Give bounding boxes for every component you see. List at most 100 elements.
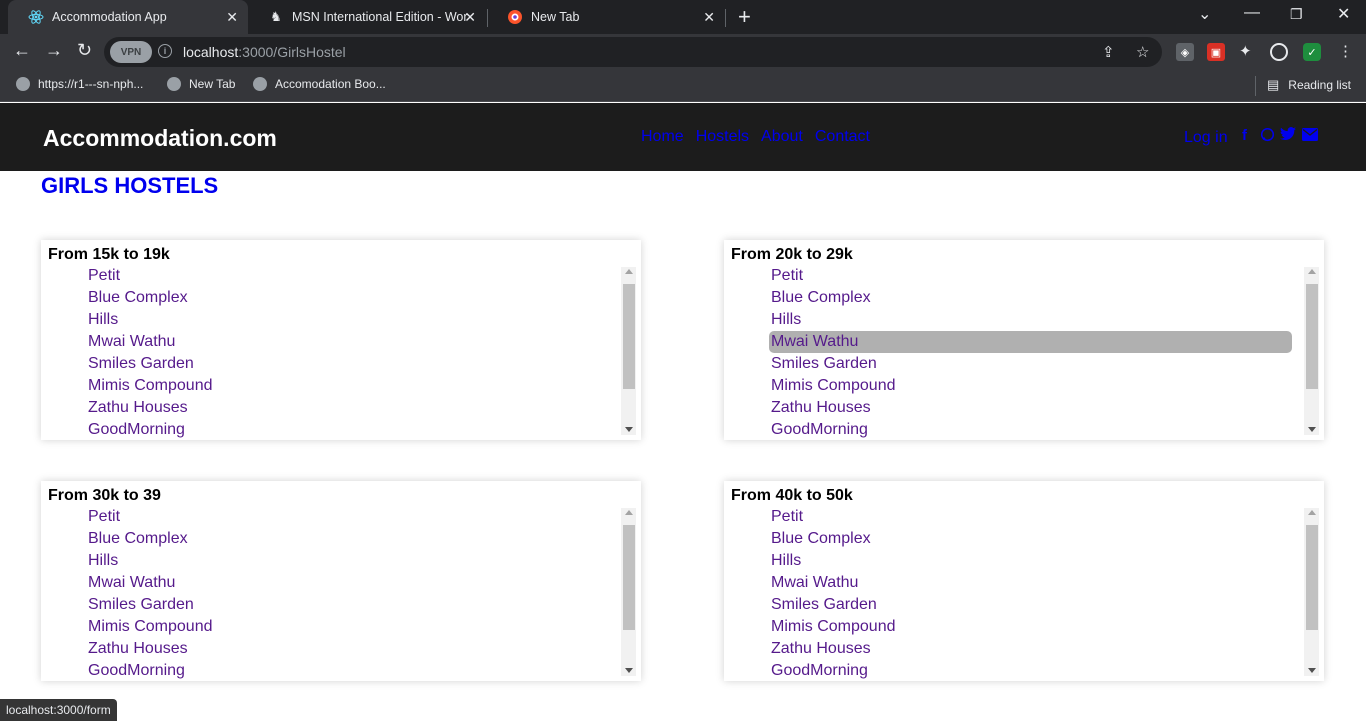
page-title: GIRLS HOSTELS xyxy=(41,173,219,198)
nav-contact[interactable]: Contact xyxy=(815,128,870,146)
adblock-extension-icon[interactable]: ◈ xyxy=(1176,43,1194,61)
new-tab-plus-icon[interactable]: + xyxy=(738,4,751,30)
bookmark-item[interactable]: New Tab xyxy=(167,77,235,91)
hostel-link[interactable]: Hills xyxy=(41,309,621,331)
hostel-link[interactable]: Blue Complex xyxy=(41,528,621,550)
hostel-link[interactable]: Smiles Garden xyxy=(41,594,621,616)
back-arrow-icon[interactable]: ← xyxy=(13,40,31,61)
extension-red-icon[interactable]: ▣ xyxy=(1207,43,1225,61)
hostel-link[interactable]: Petit xyxy=(724,506,1304,528)
tab-msn[interactable]: ♞ MSN International Edition - Worl ✕ xyxy=(248,0,486,34)
tab-strip: Accommodation App ✕ ♞ MSN International … xyxy=(0,0,1366,34)
restore-icon[interactable]: ❐ xyxy=(1290,6,1303,23)
hostel-link[interactable]: GoodMorning xyxy=(41,419,621,439)
hostel-link[interactable]: Mimis Compound xyxy=(724,375,1304,397)
hostel-link[interactable]: Mwai Wathu xyxy=(41,572,621,594)
scroll-down-icon[interactable] xyxy=(625,427,633,432)
bookmark-item[interactable]: https://r1---sn-nph... xyxy=(16,77,143,91)
hostel-link[interactable]: Mimis Compound xyxy=(41,616,621,638)
scroll-thumb[interactable] xyxy=(1306,525,1318,630)
facebook-icon[interactable]: f xyxy=(1242,127,1247,144)
browser-toolbar: ← → ↻ VPN i localhost:3000/GirlsHostel ⇪… xyxy=(0,34,1366,70)
nav-home[interactable]: Home xyxy=(641,128,684,146)
reload-icon[interactable]: ↻ xyxy=(77,40,92,61)
hostel-link[interactable]: Hills xyxy=(724,550,1304,572)
close-icon[interactable]: ✕ xyxy=(226,9,238,26)
hostel-link[interactable]: Smiles Garden xyxy=(41,353,621,375)
scrollbar[interactable] xyxy=(621,267,636,435)
bookmark-divider xyxy=(1255,76,1256,96)
scroll-thumb[interactable] xyxy=(623,525,635,630)
share-icon[interactable]: ⇪ xyxy=(1102,43,1115,61)
address-bar[interactable]: VPN i localhost:3000/GirlsHostel ⇪ ☆ xyxy=(104,37,1162,67)
hostel-list[interactable]: Petit Blue Complex Hills Mwai Wathu Smiles G… xyxy=(41,265,621,439)
hostel-list[interactable]: Petit Blue Complex Hills Mwai Wathu Smiles G… xyxy=(724,265,1304,439)
scroll-down-icon[interactable] xyxy=(625,668,633,673)
forward-arrow-icon[interactable]: → xyxy=(45,40,63,61)
window-close-icon[interactable]: ✕ xyxy=(1337,4,1350,24)
hostel-link[interactable]: Mwai Wathu xyxy=(41,331,621,353)
scrollbar[interactable] xyxy=(1304,508,1319,676)
bookmark-star-icon[interactable]: ☆ xyxy=(1136,43,1149,61)
brand-logo[interactable]: Accommodation.com xyxy=(43,125,277,152)
scroll-thumb[interactable] xyxy=(623,284,635,389)
hostel-list[interactable]: Petit Blue Complex Hills Mwai Wathu Smiles G… xyxy=(724,506,1304,680)
login-link[interactable]: Log in xyxy=(1184,129,1228,147)
tab-accommodation-app[interactable]: Accommodation App ✕ xyxy=(8,0,248,34)
hostel-link[interactable]: Blue Complex xyxy=(724,528,1304,550)
minimize-icon[interactable]: — xyxy=(1244,4,1260,22)
close-icon[interactable]: ✕ xyxy=(703,9,715,26)
menu-kebab-icon[interactable]: ⋮ xyxy=(1338,42,1353,60)
site-info-icon[interactable]: i xyxy=(158,44,172,58)
tab-title: Accommodation App xyxy=(52,10,167,24)
hostel-link[interactable]: GoodMorning xyxy=(724,419,1304,439)
hostel-link[interactable]: Zathu Houses xyxy=(724,638,1304,660)
whatsapp-icon[interactable] xyxy=(1260,127,1275,144)
tab-search-chevron-icon[interactable]: ⌄ xyxy=(1198,4,1211,24)
scroll-thumb[interactable] xyxy=(1306,284,1318,389)
scroll-up-icon[interactable] xyxy=(1308,510,1316,515)
hostel-link[interactable]: Hills xyxy=(41,550,621,572)
hostel-link[interactable]: Blue Complex xyxy=(724,287,1304,309)
hostel-link[interactable]: Zathu Houses xyxy=(41,638,621,660)
scroll-up-icon[interactable] xyxy=(625,269,633,274)
hostel-list[interactable]: Petit Blue Complex Hills Mwai Wathu Smiles G… xyxy=(41,506,621,680)
email-icon[interactable] xyxy=(1302,127,1318,144)
hostel-link[interactable]: Mimis Compound xyxy=(724,616,1304,638)
hostel-link[interactable]: Smiles Garden xyxy=(724,594,1304,616)
nav-hostels[interactable]: Hostels xyxy=(696,128,749,146)
hostel-link[interactable]: Mwai Wathu xyxy=(724,572,1304,594)
hostel-link[interactable]: Petit xyxy=(41,265,621,287)
hostel-link[interactable]: Blue Complex xyxy=(41,287,621,309)
brave-icon xyxy=(507,9,523,25)
vpn-badge[interactable]: VPN xyxy=(110,41,152,63)
scroll-down-icon[interactable] xyxy=(1308,427,1316,432)
hostel-link[interactable]: Zathu Houses xyxy=(724,397,1304,419)
site-header: Accommodation.com Home Hostels About Con… xyxy=(0,103,1366,171)
hostel-link[interactable]: Mwai Wathu xyxy=(769,331,1292,353)
hostel-link[interactable]: Mimis Compound xyxy=(41,375,621,397)
scrollbar[interactable] xyxy=(621,508,636,676)
scroll-up-icon[interactable] xyxy=(1308,269,1316,274)
scrollbar[interactable] xyxy=(1304,267,1319,435)
nav-about[interactable]: About xyxy=(761,128,803,146)
hostel-link[interactable]: GoodMorning xyxy=(724,660,1304,680)
scroll-down-icon[interactable] xyxy=(1308,668,1316,673)
hostel-link[interactable]: Petit xyxy=(41,506,621,528)
scroll-up-icon[interactable] xyxy=(625,510,633,515)
profile-icon[interactable] xyxy=(1270,43,1288,61)
shield-check-icon[interactable]: ✓ xyxy=(1303,43,1321,61)
url-text[interactable]: localhost:3000/GirlsHostel xyxy=(183,44,346,60)
twitter-icon[interactable] xyxy=(1280,127,1296,144)
hostel-link[interactable]: Smiles Garden xyxy=(724,353,1304,375)
bookmark-item[interactable]: Accomodation Boo... xyxy=(253,77,386,91)
globe-icon xyxy=(16,77,30,91)
hostel-link[interactable]: Hills xyxy=(724,309,1304,331)
reading-list-button[interactable]: ▤ Reading list xyxy=(1267,77,1351,93)
close-icon[interactable]: ✕ xyxy=(464,9,476,26)
hostel-link[interactable]: GoodMorning xyxy=(41,660,621,680)
extensions-puzzle-icon[interactable]: ✦ xyxy=(1239,42,1252,60)
hostel-link[interactable]: Petit xyxy=(724,265,1304,287)
tab-new-tab[interactable]: New Tab ✕ xyxy=(487,0,725,34)
hostel-link[interactable]: Zathu Houses xyxy=(41,397,621,419)
